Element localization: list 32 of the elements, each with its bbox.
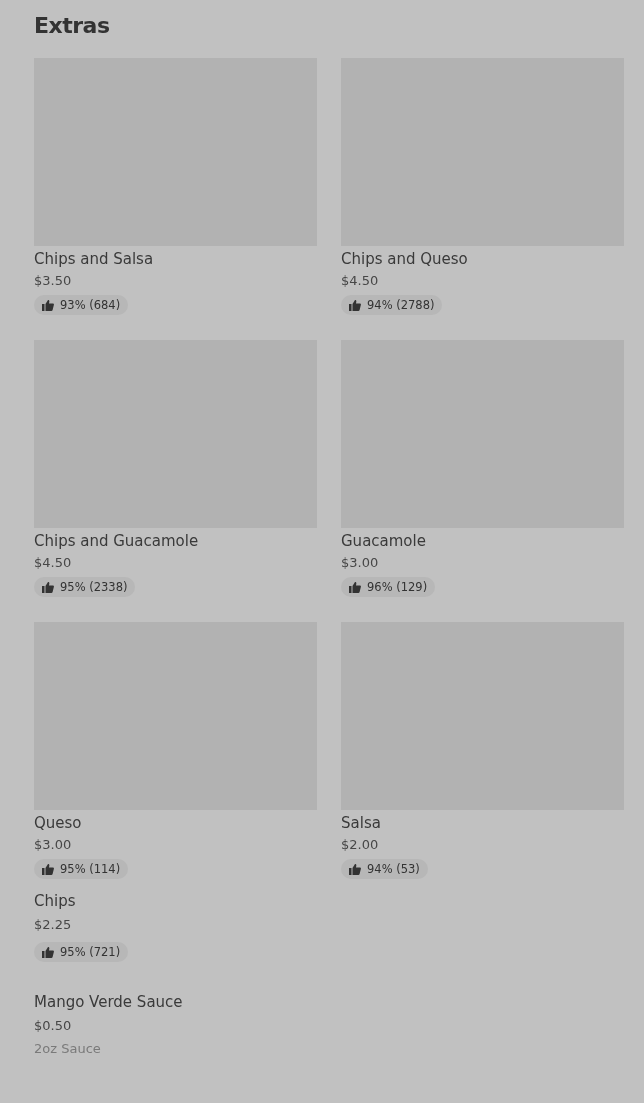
item-name[interactable]: Guacamole: [341, 531, 426, 551]
item-name[interactable]: Chips and Queso: [341, 249, 468, 269]
item-name[interactable]: Queso: [34, 813, 82, 833]
rating-badge: 94% (53): [341, 859, 428, 879]
thumbs-up-icon: [349, 581, 361, 593]
rating-badge: 95% (2338): [34, 577, 136, 597]
rating-badge: 95% (114): [34, 859, 129, 879]
item-price: $4.50: [34, 554, 72, 572]
rating-badge: 94% (2788): [341, 295, 443, 315]
item-price: $2.00: [341, 836, 379, 854]
thumbs-up-icon: [42, 299, 54, 311]
thumbs-up-icon: [349, 863, 361, 875]
item-name[interactable]: Chips and Guacamole: [34, 531, 199, 551]
thumbs-up-icon: [42, 946, 54, 958]
item-price: $3.00: [341, 554, 379, 572]
item-price: $4.50: [341, 272, 379, 290]
rating-badge: 93% (684): [34, 295, 129, 315]
item-name[interactable]: Chips: [34, 891, 76, 911]
item-price: $3.50: [34, 272, 72, 290]
rating-badge: 96% (129): [341, 577, 436, 597]
item-price: $2.25: [34, 916, 72, 934]
item-price: $3.00: [34, 836, 72, 854]
item-name[interactable]: Mango Verde Sauce: [34, 992, 183, 1012]
item-price: $0.50: [34, 1017, 72, 1035]
item-description: 2oz Sauce: [34, 1040, 101, 1058]
thumbs-up-icon: [42, 581, 54, 593]
item-name[interactable]: Chips and Salsa: [34, 249, 154, 269]
rating-badge: 95% (721): [34, 942, 129, 962]
thumbs-up-icon: [349, 299, 361, 311]
thumbs-up-icon: [42, 863, 54, 875]
section-title: Extras: [34, 12, 110, 40]
item-name[interactable]: Salsa: [341, 813, 381, 833]
